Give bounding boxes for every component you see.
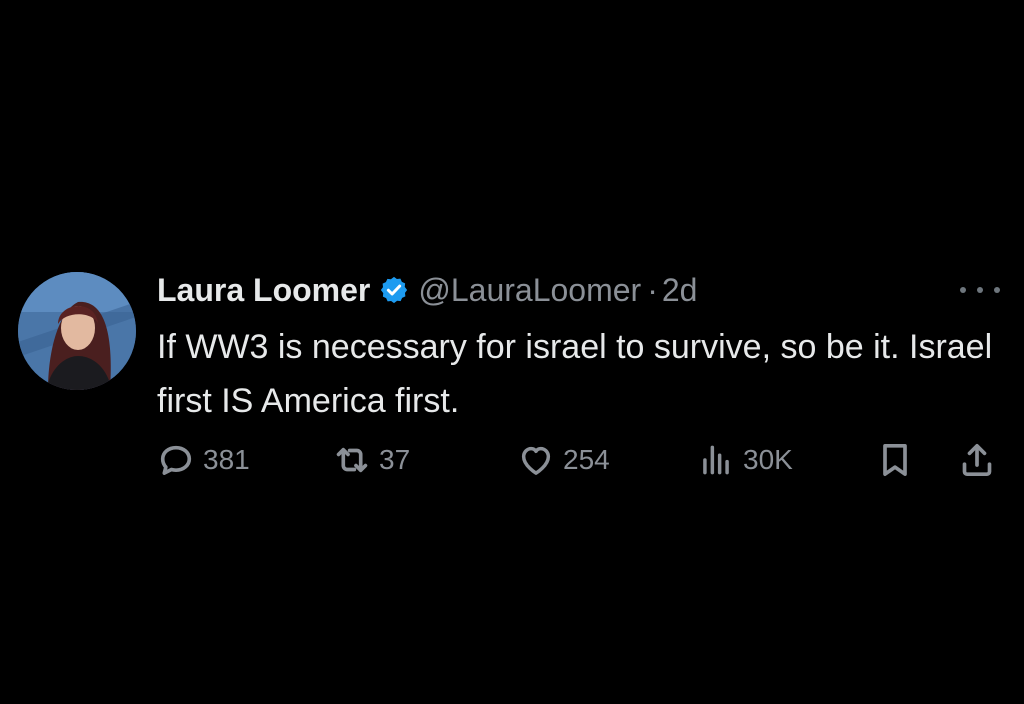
reply-icon <box>157 441 195 479</box>
reply-count: 381 <box>203 444 250 475</box>
tweet-body: Laura Loomer @LauraLoomer · 2d If WW3 is… <box>157 262 1008 476</box>
author-name[interactable]: Laura Loomer <box>157 272 370 309</box>
tweet-text: If WW3 is necessary for israel to surviv… <box>157 328 993 420</box>
share-icon <box>957 440 997 480</box>
views-icon <box>697 441 735 479</box>
like-icon <box>517 441 555 479</box>
tweet-header: Laura Loomer @LauraLoomer · 2d <box>157 262 1008 318</box>
views-button[interactable]: 30K <box>697 438 793 482</box>
like-button[interactable]: 254 <box>517 438 610 482</box>
repost-button[interactable]: 37 <box>333 438 410 482</box>
avatar[interactable] <box>18 272 136 390</box>
verified-badge-icon <box>379 275 409 305</box>
share-button[interactable] <box>957 438 997 482</box>
action-bar: 381 37 254 30K <box>157 438 1007 482</box>
repost-icon <box>333 441 371 479</box>
separator-dot: · <box>647 271 658 308</box>
repost-count: 37 <box>379 444 411 475</box>
more-options-icon[interactable] <box>960 276 1000 304</box>
views-count: 30K <box>743 444 793 475</box>
reply-button[interactable]: 381 <box>157 438 250 482</box>
like-count: 254 <box>563 444 610 475</box>
author-handle[interactable]: @LauraLoomer <box>418 272 641 309</box>
tweet-card[interactable]: Laura Loomer @LauraLoomer · 2d If WW3 is… <box>18 262 1008 492</box>
bookmark-button[interactable] <box>875 438 915 482</box>
timestamp[interactable]: 2d <box>662 272 698 309</box>
bookmark-icon <box>875 440 915 480</box>
